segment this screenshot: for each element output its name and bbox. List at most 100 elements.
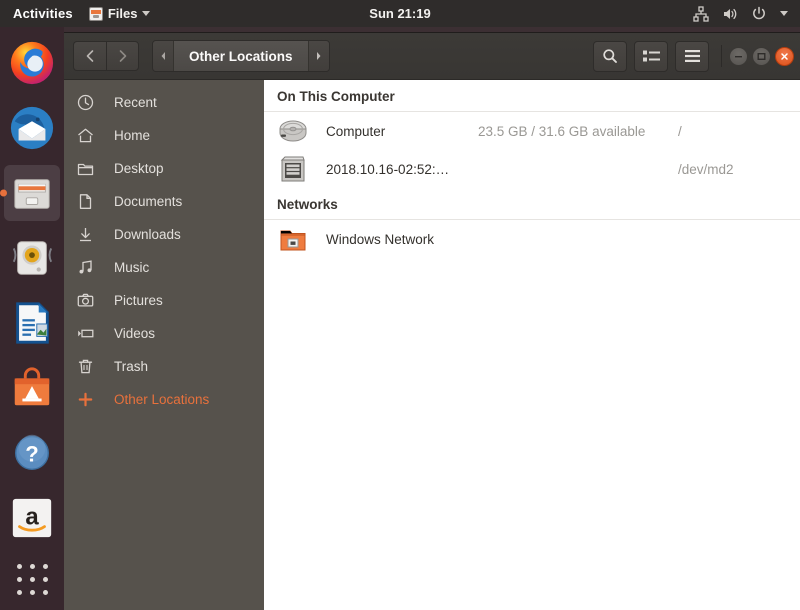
dock-item-files[interactable] [4, 165, 60, 221]
places-sidebar: Recent Home Desktop Documents Downloads … [64, 80, 264, 610]
back-button[interactable] [73, 41, 106, 71]
network-icon[interactable] [693, 5, 709, 22]
sidebar-item-label: Home [114, 128, 151, 143]
sidebar-item-home[interactable]: Home [64, 119, 264, 152]
hamburger-icon [684, 50, 700, 62]
forward-button[interactable] [106, 41, 139, 71]
view-toggle-button[interactable] [634, 40, 668, 72]
sidebar-item-music[interactable]: Music [64, 251, 264, 284]
table-row[interactable]: Windows Network [264, 220, 800, 258]
network-folder-icon [280, 230, 306, 251]
minimize-button[interactable] [729, 46, 748, 66]
folder-icon [77, 160, 94, 177]
window-headerbar: Other Locations [64, 33, 800, 80]
row-device: /dev/md2 [678, 161, 734, 177]
window-body: Recent Home Desktop Documents Downloads … [64, 80, 800, 610]
path-scroll-left-button[interactable] [153, 41, 173, 71]
grid-dot [42, 563, 48, 569]
amazon-icon: a [12, 498, 52, 538]
activities-button[interactable]: Activities [0, 6, 83, 21]
sidebar-item-other-locations[interactable]: Other Locations [64, 383, 264, 416]
row-device: / [678, 123, 682, 139]
ubuntu-dock: ? a [0, 27, 64, 610]
grid-dot [29, 576, 35, 582]
camera-icon [77, 292, 94, 309]
trash-icon [77, 358, 94, 375]
sidebar-item-label: Recent [114, 95, 157, 110]
grid-dot [42, 576, 48, 582]
sidebar-item-label: Desktop [114, 161, 164, 176]
row-name: 2018.10.16-02:52:… [326, 161, 450, 177]
search-icon [603, 49, 617, 63]
section-header-on-this-computer: On This Computer [264, 80, 800, 112]
sidebar-item-label: Downloads [114, 227, 181, 242]
table-row[interactable]: Computer 23.5 GB / 31.6 GB available / [264, 112, 800, 150]
topbar-app-menu[interactable]: Files [83, 6, 157, 21]
grid-dot [29, 589, 35, 595]
menu-button[interactable] [675, 40, 709, 72]
row-name: Computer [326, 123, 386, 139]
dock-item-libreoffice-writer[interactable] [4, 295, 60, 351]
files-icon [14, 179, 50, 209]
path-breadcrumb: Other Locations [152, 40, 330, 72]
hard-disk-icon [279, 120, 307, 142]
sidebar-item-label: Videos [114, 326, 156, 341]
sidebar-item-recent[interactable]: Recent [64, 86, 264, 119]
svg-text:a: a [25, 504, 39, 531]
sidebar-item-label: Other Locations [114, 392, 210, 407]
svg-text:?: ? [25, 442, 38, 467]
sidebar-item-desktop[interactable]: Desktop [64, 152, 264, 185]
dock-item-ubuntu-software[interactable] [4, 360, 60, 416]
sidebar-item-pictures[interactable]: Pictures [64, 284, 264, 317]
path-scroll-right-button[interactable] [308, 41, 329, 71]
table-row[interactable]: 2018.10.16-02:52:… /dev/md2 [264, 150, 800, 188]
rhythmbox-icon [12, 241, 53, 275]
power-icon[interactable] [751, 6, 767, 22]
locations-list: On This Computer Computer 23.5 GB / 31.6… [264, 80, 800, 610]
list-view-icon [642, 50, 660, 62]
search-button[interactable] [593, 40, 627, 72]
grid-dot [42, 589, 48, 595]
thunderbird-icon [10, 106, 54, 150]
dock-item-amazon[interactable]: a [4, 490, 60, 546]
firefox-icon [10, 41, 54, 85]
grid-dot [16, 576, 22, 582]
dock-item-thunderbird[interactable] [4, 100, 60, 156]
section-header-networks: Networks [264, 188, 800, 220]
volume-icon[interactable] [722, 6, 738, 22]
sidebar-item-documents[interactable]: Documents [64, 185, 264, 218]
disk-array-icon [280, 156, 305, 182]
help-icon: ? [14, 434, 50, 471]
maximize-button[interactable] [752, 46, 771, 66]
system-tray [693, 5, 800, 22]
chevron-down-icon [142, 11, 151, 16]
topbar-app-label: Files [107, 6, 138, 21]
sidebar-item-label: Pictures [114, 293, 163, 308]
headerbar-separator [721, 45, 722, 67]
path-current-button[interactable]: Other Locations [173, 41, 309, 71]
dock-item-rhythmbox[interactable] [4, 230, 60, 286]
grid-dot [16, 589, 22, 595]
dock-item-help[interactable]: ? [4, 425, 60, 481]
music-icon [77, 259, 94, 276]
ubuntu-software-icon [14, 367, 50, 406]
desktop-screen: Activities Files Sun 21:19 ? a Other Loc… [0, 0, 800, 610]
libreoffice-writer-icon [16, 302, 49, 344]
show-applications-button[interactable] [15, 562, 49, 596]
sidebar-item-trash[interactable]: Trash [64, 350, 264, 383]
sidebar-item-videos[interactable]: Videos [64, 317, 264, 350]
close-button[interactable] [775, 46, 794, 66]
sidebar-item-label: Music [114, 260, 150, 275]
headerbar-actions [586, 40, 794, 72]
navigation-buttons [73, 41, 139, 71]
sidebar-item-downloads[interactable]: Downloads [64, 218, 264, 251]
sidebar-item-label: Documents [114, 194, 183, 209]
files-icon [88, 6, 103, 21]
sidebar-item-label: Trash [114, 359, 149, 374]
video-icon [77, 325, 94, 342]
plus-icon [77, 391, 94, 408]
chevron-down-icon[interactable] [780, 11, 788, 16]
dock-item-firefox[interactable] [4, 35, 60, 91]
window-controls [729, 46, 794, 66]
document-icon [77, 193, 94, 210]
